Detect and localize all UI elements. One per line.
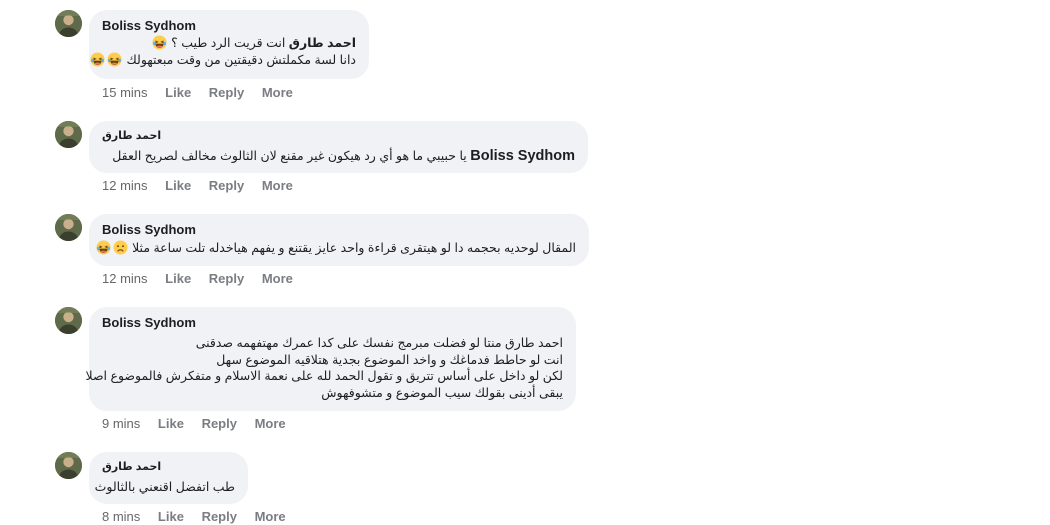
- avatar[interactable]: [55, 121, 82, 148]
- comment-timestamp[interactable]: 8 mins: [102, 509, 140, 524]
- comment-text-span: دانا لسة مكملتش دقيقتين من وقت مبعتهولك: [123, 52, 356, 67]
- like-button[interactable]: Like: [165, 271, 191, 286]
- avatar[interactable]: [55, 214, 82, 241]
- comment-text: المقال لوحديه بحجمه دا لو هيتقرى قراءة و…: [96, 240, 576, 257]
- comment-author[interactable]: احمد طارق: [102, 128, 575, 145]
- more-button[interactable]: More: [262, 178, 293, 193]
- comment-meta: 12 mins Like Reply More: [102, 271, 307, 286]
- comment-text-span: يبقى أدينى بقولك سيب الموضوع و متشوفهوش: [321, 385, 563, 400]
- comment-bubble: Boliss Sydhom احمد طارق انت قريت الرد طي…: [89, 10, 369, 79]
- comment-meta: 12 mins Like Reply More: [102, 178, 307, 193]
- comment-line: احمد طارق منتا لو فضلت مبرمج نفسك على كد…: [102, 335, 563, 352]
- more-button[interactable]: More: [255, 416, 286, 431]
- comment-timestamp[interactable]: 15 mins: [102, 85, 148, 100]
- avatar[interactable]: [55, 10, 82, 37]
- more-button[interactable]: More: [262, 85, 293, 100]
- comment-meta: 9 mins Like Reply More: [102, 416, 300, 431]
- comment-bubble: احمد طارق Boliss Sydhom يا حبيبي ما هو أ…: [89, 121, 588, 173]
- reply-button[interactable]: Reply: [209, 178, 244, 193]
- comment-line: المقال لوحديه بحجمه دا لو هيتقرى قراءة و…: [96, 240, 576, 257]
- comment-bubble: Boliss Sydhom المقال لوحديه بحجمه دا لو …: [89, 214, 589, 266]
- comment-text-span: انت قريت الرد طيب ؟: [167, 36, 289, 50]
- comment-text-span: لكن لو داخل على أساس تتريق و تقول الحمد …: [85, 369, 563, 383]
- reply-button[interactable]: Reply: [202, 509, 237, 524]
- worried-emoji: [113, 240, 128, 255]
- comment-author[interactable]: Boliss Sydhom: [102, 17, 356, 34]
- mention-link[interactable]: احمد طارق: [289, 36, 356, 50]
- laughing-emoji: [96, 240, 111, 255]
- comment-meta: 8 mins Like Reply More: [102, 509, 300, 524]
- comment-timestamp[interactable]: 9 mins: [102, 416, 140, 431]
- comment-text-span: المقال لوحديه بحجمه دا لو هيتقرى قراءة و…: [128, 241, 576, 255]
- comment-line: Boliss Sydhom يا حبيبي ما هو أي رد هيكون…: [102, 148, 575, 165]
- comment-meta: 15 mins Like Reply More: [102, 85, 307, 100]
- comment-timestamp[interactable]: 12 mins: [102, 178, 148, 193]
- more-button[interactable]: More: [262, 271, 293, 286]
- comment-text: احمد طارق منتا لو فضلت مبرمج نفسك على كد…: [85, 335, 563, 402]
- comment-line: طب اتفضل اقنعني بالثالوث: [95, 479, 235, 496]
- comment-text-span: احمد طارق منتا لو فضلت مبرمج نفسك على كد…: [195, 336, 563, 350]
- comment-author[interactable]: Boliss Sydhom: [102, 314, 563, 331]
- like-button[interactable]: Like: [158, 509, 184, 524]
- avatar[interactable]: [55, 452, 82, 479]
- comment-text: احمد طارق انت قريت الرد طيب ؟ دانا لسة م…: [90, 35, 356, 69]
- comment-line: لكن لو داخل على أساس تتريق و تقول الحمد …: [85, 368, 563, 385]
- comment-text-span: طب اتفضل اقنعني بالثالوث: [94, 480, 235, 494]
- comment-line: احمد طارق انت قريت الرد طيب ؟: [102, 35, 356, 52]
- reply-button[interactable]: Reply: [209, 271, 244, 286]
- like-button[interactable]: Like: [165, 85, 191, 100]
- comment-bubble: Boliss Sydhom احمد طارق منتا لو فضلت مبر…: [85, 307, 576, 411]
- comment-line: يبقى أدينى بقولك سيب الموضوع و متشوفهوش: [102, 385, 563, 402]
- comment-author[interactable]: احمد طارق: [102, 459, 235, 476]
- laughing-emoji: [107, 51, 122, 67]
- more-button[interactable]: More: [255, 509, 286, 524]
- comment-author[interactable]: Boliss Sydhom: [102, 221, 576, 238]
- comment-bubble: احمد طارق طب اتفضل اقنعني بالثالوث: [89, 452, 248, 504]
- avatar[interactable]: [55, 307, 82, 334]
- comment-text-span: انت لو حاطط فدماغك و واخد الموضوع بجدية …: [216, 352, 563, 367]
- reply-button[interactable]: Reply: [202, 416, 237, 431]
- comment-line: انت لو حاطط فدماغك و واخد الموضوع بجدية …: [102, 352, 563, 369]
- like-button[interactable]: Like: [158, 416, 184, 431]
- comment-text: Boliss Sydhom يا حبيبي ما هو أي رد هيكون…: [102, 148, 575, 165]
- comment-line: دانا لسة مكملتش دقيقتين من وقت مبعتهولك: [90, 51, 356, 69]
- comment-text: طب اتفضل اقنعني بالثالوث: [95, 479, 235, 496]
- like-button[interactable]: Like: [165, 178, 191, 193]
- laughing-emoji: [152, 35, 167, 50]
- comment-text-span: يا حبيبي ما هو أي رد هيكون غير مقنع لان …: [112, 149, 471, 163]
- reply-button[interactable]: Reply: [209, 85, 244, 100]
- laughing-emoji: [90, 51, 105, 67]
- comment-timestamp[interactable]: 12 mins: [102, 271, 148, 286]
- mention-link[interactable]: Boliss Sydhom: [470, 148, 575, 164]
